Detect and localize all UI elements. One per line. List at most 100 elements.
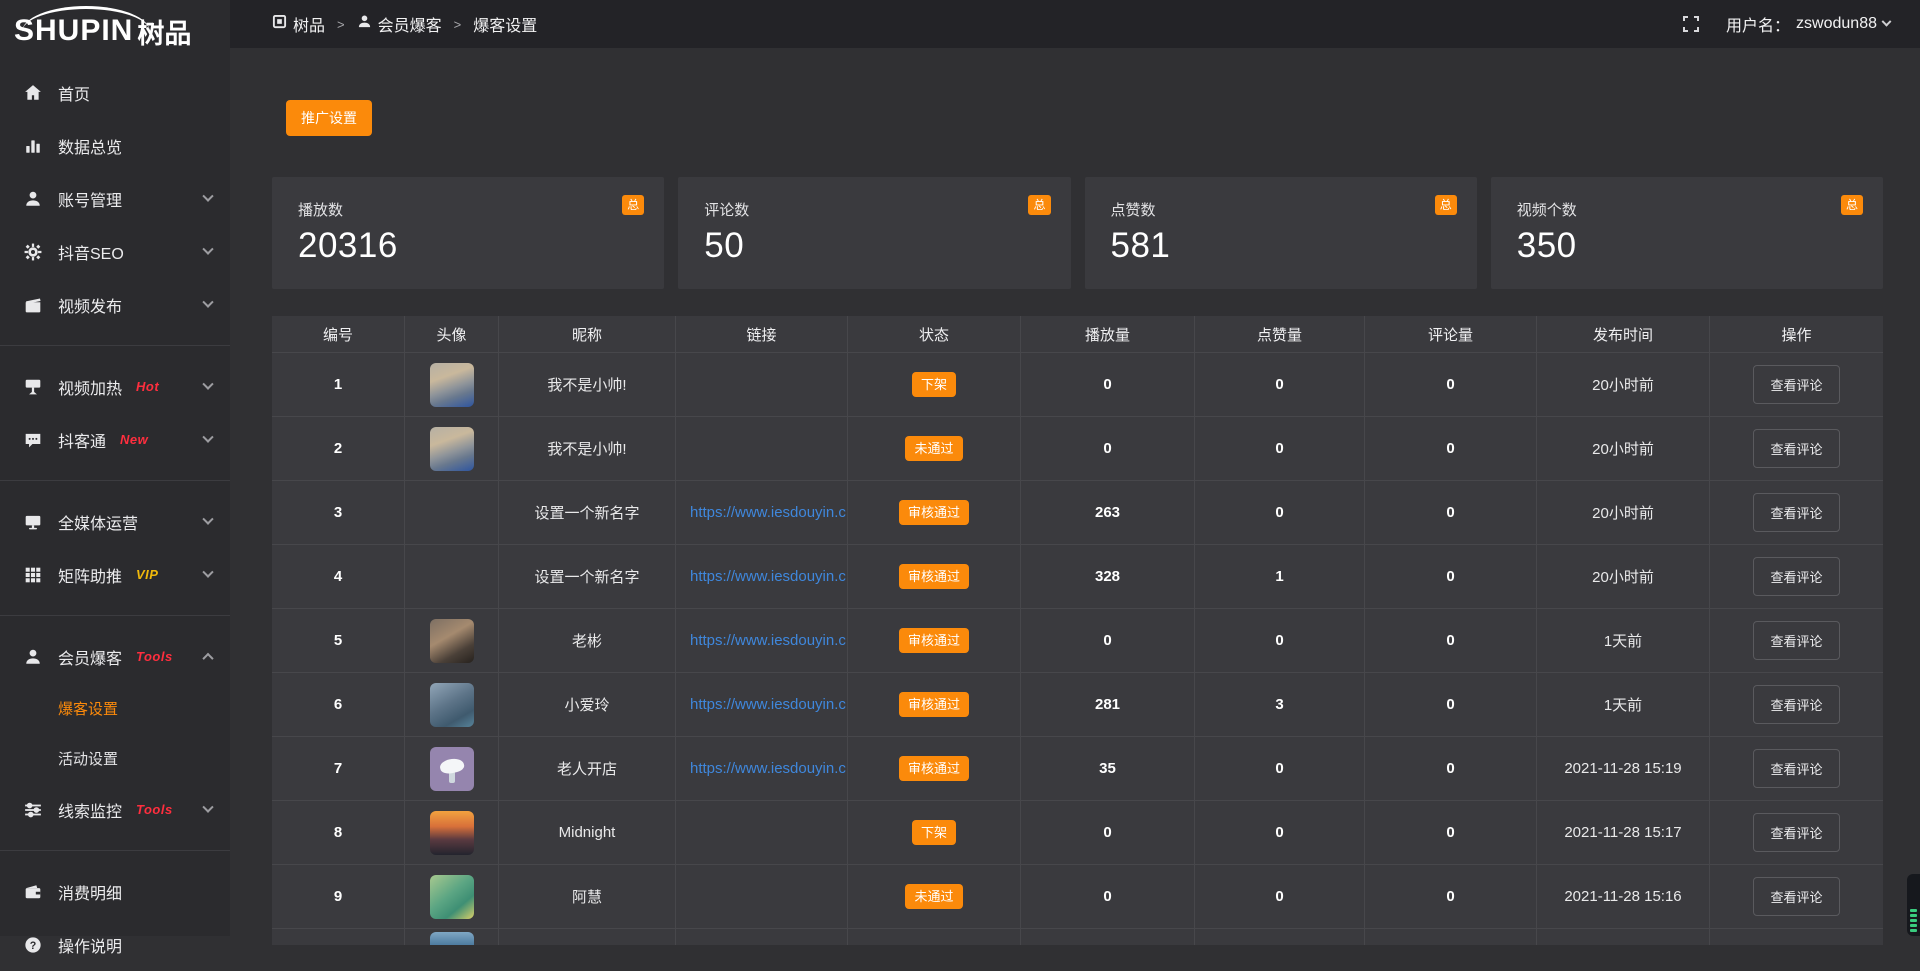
chevron-up-icon (202, 652, 213, 663)
view-comments-button[interactable]: 查看评论 (1753, 493, 1839, 532)
view-comments-button[interactable]: 查看评论 (1753, 557, 1839, 596)
table-row: 8 Midnight 下架 0 0 0 2021-11-28 15:17 查看评… (272, 801, 1883, 865)
sidebar-item-操作说明[interactable]: ? 操作说明 (0, 918, 230, 971)
sidebar-item-视频加热[interactable]: 视频加热 Hot (0, 360, 230, 413)
chevron-down-icon (202, 296, 213, 307)
stat-card-value: 20316 (298, 226, 642, 266)
video-icon (23, 295, 43, 315)
table-header-cell-状态: 状态 (848, 316, 1021, 353)
sidebar-divider (0, 615, 230, 616)
question-icon: ? (23, 935, 43, 955)
view-comments-button[interactable]: 查看评论 (1753, 749, 1839, 788)
cell-link[interactable]: https://www.iesdouyin.c (676, 737, 848, 801)
cell-likes: 0 (1195, 417, 1365, 481)
cell-link (676, 417, 848, 481)
table-header-cell-播放量: 播放量 (1021, 316, 1195, 353)
cell-nickname: 我不是小帅! (499, 417, 676, 481)
cell-id: 4 (272, 545, 405, 609)
cell-publish-time: 20小时前 (1537, 353, 1710, 417)
table-row: 2 我不是小帅! 未通过 0 0 0 20小时前 查看评论 (272, 417, 1883, 481)
avatar (430, 491, 474, 535)
cell-status: 未通过 (848, 417, 1021, 481)
table-header-cell-操作: 操作 (1710, 316, 1883, 353)
grid-small-icon (272, 14, 287, 34)
view-comments-button[interactable]: 查看评论 (1753, 621, 1839, 660)
cell-status: 审核通过 (848, 609, 1021, 673)
cell-avatar (405, 545, 499, 609)
stat-card-value: 581 (1111, 226, 1455, 266)
table-row: 5 老彬 https://www.iesdouyin.c 审核通过 0 0 0 … (272, 609, 1883, 673)
status-badge: 审核通过 (899, 564, 969, 589)
cell-nickname: 小爱玲 (499, 673, 676, 737)
sidebar-item-矩阵助推[interactable]: 矩阵助推 VIP (0, 548, 230, 601)
cell-nickname: 老彬 (499, 609, 676, 673)
cell-plays: 263 (1021, 481, 1195, 545)
sidebar-item-抖客通[interactable]: 抖客通 New (0, 413, 230, 466)
sidebar-item-首页[interactable]: 首页 (0, 66, 230, 119)
cell-link (676, 865, 848, 929)
cell-comments: 0 (1365, 417, 1537, 481)
username-label: 用户名： (1726, 12, 1790, 36)
sidebar-item-消费明细[interactable]: 消费明细 (0, 865, 230, 918)
avatar (430, 747, 474, 791)
table-header-cell-评论量: 评论量 (1365, 316, 1537, 353)
table-row: 7 老人开店 https://www.iesdouyin.c 审核通过 35 0… (272, 737, 1883, 801)
breadcrumb-item-爆客设置[interactable]: 爆客设置 (473, 12, 537, 36)
cell-link[interactable]: https://www.iesdouyin.c (676, 481, 848, 545)
floating-widget[interactable] (1907, 874, 1920, 936)
cell-id: 5 (272, 609, 405, 673)
sidebar-item-线索监控[interactable]: 线索监控 Tools (0, 783, 230, 836)
avatar (430, 932, 474, 945)
view-comments-button[interactable]: 查看评论 (1753, 685, 1839, 724)
breadcrumb-item-会员爆客[interactable]: 会员爆客 (357, 12, 442, 36)
sidebar-subitem-爆客设置[interactable]: 爆客设置 (0, 683, 230, 733)
sidebar-item-账号管理[interactable]: 账号管理 (0, 172, 230, 225)
status-badge: 审核通过 (899, 628, 969, 653)
user-small-icon (357, 14, 372, 34)
cell-avatar (405, 737, 499, 801)
sidebar-item-视频发布[interactable]: 视频发布 (0, 278, 230, 331)
sidebar-item-会员爆客[interactable]: 会员爆客 Tools (0, 630, 230, 683)
cell-status: 未通过 (848, 865, 1021, 929)
cell-publish-time: 2021-11-28 15:19 (1537, 737, 1710, 801)
cell-comments: 0 (1365, 865, 1537, 929)
table-row (272, 929, 1883, 945)
app-logo[interactable]: SHUPIN 树品 (0, 0, 230, 62)
table-header-cell-头像: 头像 (405, 316, 499, 353)
promo-settings-button[interactable]: 推广设置 (286, 100, 372, 136)
avatar (430, 555, 474, 599)
sidebar-item-全媒体运营[interactable]: 全媒体运营 (0, 495, 230, 548)
sidebar-item-数据总览[interactable]: 数据总览 (0, 119, 230, 172)
stat-card-total-badge: 总 (622, 195, 644, 215)
fullscreen-icon[interactable] (1682, 15, 1700, 33)
breadcrumb-item-树品[interactable]: 树品 (272, 12, 325, 36)
view-comments-button[interactable]: 查看评论 (1753, 429, 1839, 468)
stat-card: 视频个数 350 总 (1491, 177, 1883, 289)
avatar (430, 875, 474, 919)
user-menu[interactable]: 用户名： zswodun88 (1726, 12, 1890, 36)
cell-id: 7 (272, 737, 405, 801)
cell-link[interactable]: https://www.iesdouyin.c (676, 545, 848, 609)
cell-link[interactable]: https://www.iesdouyin.c (676, 609, 848, 673)
chevron-down-icon (202, 243, 213, 254)
view-comments-button[interactable]: 查看评论 (1753, 365, 1839, 404)
cell-avatar (405, 609, 499, 673)
cell-actions: 查看评论 (1710, 737, 1883, 801)
cell-likes: 0 (1195, 737, 1365, 801)
cell-link[interactable]: https://www.iesdouyin.c (676, 673, 848, 737)
cell-status: 审核通过 (848, 737, 1021, 801)
sidebar-divider (0, 480, 230, 481)
breadcrumb-separator: > (452, 17, 464, 32)
stat-card-label: 播放数 (298, 199, 642, 220)
svg-text:?: ? (30, 939, 37, 951)
sidebar-item-抖音SEO[interactable]: 抖音SEO (0, 225, 230, 278)
cell-id (272, 929, 405, 945)
cell-actions: 查看评论 (1710, 609, 1883, 673)
view-comments-button[interactable]: 查看评论 (1753, 877, 1839, 916)
sidebar-subitem-活动设置[interactable]: 活动设置 (0, 733, 230, 783)
view-comments-button[interactable]: 查看评论 (1753, 813, 1839, 852)
status-badge: 下架 (912, 820, 956, 845)
stat-card-value: 350 (1517, 226, 1861, 266)
sliders-icon (23, 800, 43, 820)
cell-actions: 查看评论 (1710, 353, 1883, 417)
